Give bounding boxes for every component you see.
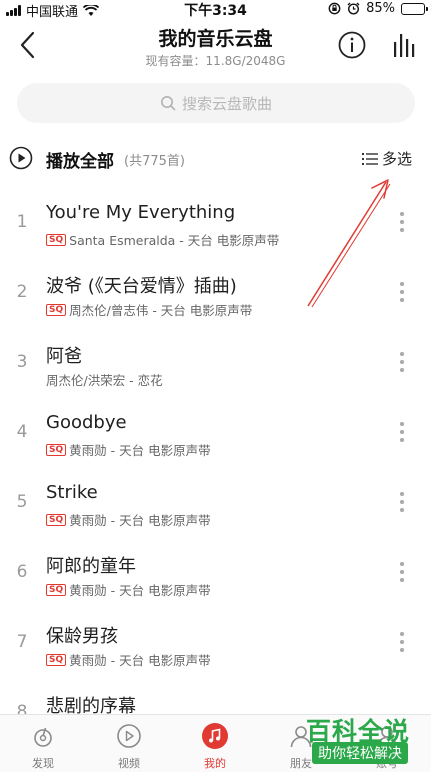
song-title: Goodbye <box>46 412 127 433</box>
status-bar: 中国联通 下午3:34 85% <box>0 0 431 20</box>
song-number: 1 <box>16 212 28 232</box>
song-artist-album: 黄雨勋 - 天台 电影原声带 <box>69 513 211 528</box>
song-number: 3 <box>16 352 28 372</box>
song-subtitle: SQ 黄雨勋 - 天台 电影原声带 <box>46 440 211 459</box>
song-more-button[interactable] <box>394 560 410 584</box>
tab-video[interactable]: 视频 <box>86 715 172 772</box>
song-more-button[interactable] <box>394 420 410 444</box>
song-artist-album: Santa Esmeralda - 天台 电影原声带 <box>69 233 280 248</box>
battery-icon <box>401 2 428 15</box>
stats-button[interactable] <box>389 30 419 60</box>
song-number: 2 <box>16 282 28 302</box>
play-all-row: 播放全部 (共775首) 多选 <box>0 140 431 176</box>
song-title: Strike <box>46 482 98 503</box>
status-right: 85% <box>328 1 428 16</box>
song-number: 5 <box>16 492 28 512</box>
song-title: 阿爸 <box>46 346 82 367</box>
sq-badge: SQ <box>46 653 67 666</box>
discover-icon <box>34 727 52 747</box>
tab-my-music[interactable]: 我的 <box>172 715 258 772</box>
list-icon <box>362 152 378 165</box>
tab-label: 我的 <box>204 757 226 770</box>
song-artist-album: 黄雨勋 - 天台 电影原声带 <box>69 443 211 458</box>
battery-percent: 85% <box>366 1 395 16</box>
search-bar[interactable]: 搜索云盘歌曲 <box>17 83 415 123</box>
watermark: 百科全说 助你轻松解决 <box>302 712 428 768</box>
info-button[interactable] <box>337 30 367 60</box>
play-all-icon[interactable] <box>9 146 33 170</box>
alarm-icon <box>347 2 360 15</box>
rotation-lock-icon <box>328 2 341 15</box>
song-artist-album: 黄雨勋 - 天台 电影原声带 <box>69 653 211 668</box>
tab-label: 视频 <box>118 757 140 770</box>
video-icon <box>117 724 141 748</box>
song-row[interactable]: 4 Goodbye SQ 黄雨勋 - 天台 电影原声带 <box>0 396 431 466</box>
song-title: You're My Everything <box>46 202 236 223</box>
multi-select-button[interactable]: 多选 <box>362 148 412 169</box>
search-icon <box>160 96 176 111</box>
song-count: (共775首) <box>124 154 185 169</box>
song-row[interactable]: 3 阿爸 周杰伦/洪荣宏 - 恋花 <box>0 326 431 396</box>
song-more-button[interactable] <box>394 350 410 374</box>
multi-select-label: 多选 <box>382 150 413 168</box>
song-subtitle: SQ 黄雨勋 - 天台 电影原声带 <box>46 650 211 669</box>
song-artist-album: 周杰伦/洪荣宏 - 恋花 <box>46 373 163 388</box>
sq-badge: SQ <box>46 303 67 316</box>
song-number: 6 <box>16 562 28 582</box>
play-all-button[interactable]: 播放全部 <box>46 147 114 172</box>
sq-badge: SQ <box>46 443 67 456</box>
song-more-button[interactable] <box>394 630 410 654</box>
song-subtitle: SQ 黄雨勋 - 天台 电影原声带 <box>46 510 211 529</box>
annotation-arrow <box>307 179 391 308</box>
song-title: 阿郎的童年 <box>46 556 136 577</box>
header: 我的音乐云盘 现有容量：11.8G/2048G <box>0 18 431 76</box>
song-subtitle: 周杰伦/洪荣宏 - 恋花 <box>46 370 163 389</box>
song-number: 4 <box>16 422 28 442</box>
song-row[interactable]: 6 阿郎的童年 SQ 黄雨勋 - 天台 电影原声带 <box>0 536 431 606</box>
sq-badge: SQ <box>46 513 67 526</box>
sq-badge: SQ <box>46 583 67 596</box>
song-number: 7 <box>16 632 28 652</box>
sq-badge: SQ <box>46 233 67 246</box>
song-more-button[interactable] <box>394 490 410 514</box>
song-title: 保龄男孩 <box>46 626 118 647</box>
watermark-slogan: 助你轻松解决 <box>312 742 408 764</box>
tab-label: 发现 <box>32 757 54 770</box>
song-subtitle: SQ 黄雨勋 - 天台 电影原声带 <box>46 580 211 599</box>
song-title: 波爷 (《天台爱情》插曲) <box>46 276 237 297</box>
song-subtitle: SQ 周杰伦/曾志伟 - 天台 电影原声带 <box>46 300 252 319</box>
search-placeholder: 搜索云盘歌曲 <box>181 94 272 113</box>
song-row[interactable]: 5 Strike SQ 黄雨勋 - 天台 电影原声带 <box>0 466 431 536</box>
song-artist-album: 周杰伦/曾志伟 - 天台 电影原声带 <box>69 303 253 318</box>
my-music-icon <box>202 723 228 749</box>
tab-discover[interactable]: 发现 <box>0 715 86 772</box>
song-row[interactable]: 7 保龄男孩 SQ 黄雨勋 - 天台 电影原声带 <box>0 606 431 676</box>
song-artist-album: 黄雨勋 - 天台 电影原声带 <box>69 583 211 598</box>
song-subtitle: SQ Santa Esmeralda - 天台 电影原声带 <box>46 230 279 249</box>
